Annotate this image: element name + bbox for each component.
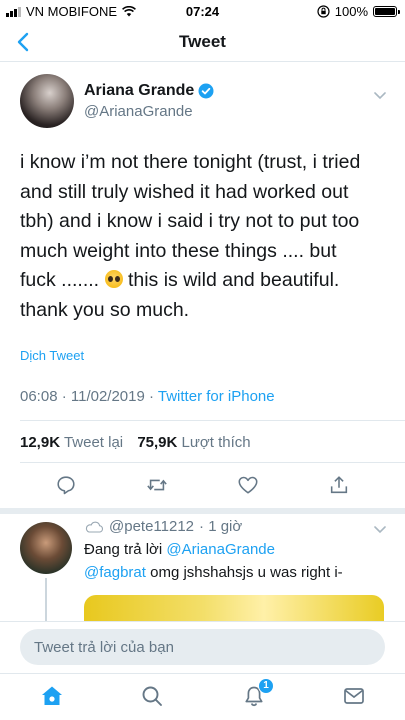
reply-icon[interactable] xyxy=(55,474,77,496)
like-count[interactable]: 75,9K xyxy=(137,434,177,451)
messages-envelope-icon[interactable] xyxy=(342,684,366,708)
translate-tweet-link[interactable]: Dịch Tweet xyxy=(20,348,84,363)
battery-percent: 100% xyxy=(334,4,368,19)
replying-to: Đang trả lời @ArianaGrande xyxy=(84,541,275,558)
author-name-row[interactable]: Ariana Grande xyxy=(84,82,214,100)
author-avatar[interactable] xyxy=(20,74,74,128)
tweet-text-fragment: fuck ....... xyxy=(20,269,100,291)
like-heart-icon[interactable] xyxy=(237,474,259,496)
page-title: Tweet xyxy=(179,32,226,51)
search-icon[interactable] xyxy=(140,684,164,708)
reply-mention[interactable]: @fagbrat xyxy=(84,564,146,581)
author-name[interactable]: Ariana Grande xyxy=(84,82,194,100)
share-icon[interactable] xyxy=(328,474,350,496)
reply-author-handle[interactable]: @pete11212 xyxy=(109,518,194,535)
tab-bar xyxy=(0,673,405,720)
reply-options-chevron-icon[interactable] xyxy=(373,522,387,536)
reply-author-avatar[interactable] xyxy=(20,522,72,574)
tweet-text-line: i know i’m not there tonight (trust, i t… xyxy=(20,151,361,173)
retweet-label[interactable]: Tweet lại xyxy=(64,434,123,451)
tweet-stats: 12,9K Tweet lại 75,9K Lượt thích xyxy=(20,434,251,451)
status-bar: VN MOBIFONE 07:24 100% xyxy=(0,0,405,22)
tweet-text-line: tbh) and i know i said i try not to put … xyxy=(20,210,360,232)
battery-icon xyxy=(373,6,400,17)
home-icon[interactable] xyxy=(40,684,64,708)
reply-composer[interactable] xyxy=(20,629,385,665)
nav-bar: Tweet xyxy=(0,22,405,62)
thread-line xyxy=(45,578,47,622)
tweet-meta: 06:08 · 11/02/2019 · Twitter for iPhone xyxy=(20,388,275,405)
tweet-text-fragment: this is wild and beautiful. xyxy=(127,269,340,291)
tweet-text-line-with-emoji: fuck ....... this is wild and beautiful. xyxy=(20,266,398,296)
tweet-text-line: and still truly wished it had worked out xyxy=(20,180,349,203)
reply-text: @fagbrat omg jshshahsjs u was right i- xyxy=(84,564,343,581)
tweet-actions xyxy=(0,474,405,498)
notifications-badge: 1 xyxy=(258,678,274,694)
tweet-source-link[interactable]: Twitter for iPhone xyxy=(158,388,275,405)
tweet-options-chevron-icon[interactable] xyxy=(373,88,387,102)
reply-age: · 1 giờ xyxy=(199,518,243,535)
cloud-icon xyxy=(85,521,103,533)
pleading-face-emoji-icon xyxy=(104,270,123,288)
reply-body: omg jshshahsjs u was right i- xyxy=(145,564,343,581)
divider xyxy=(20,462,405,463)
retweet-count[interactable]: 12,9K xyxy=(20,434,60,451)
like-label[interactable]: Lượt thích xyxy=(182,434,251,451)
replying-to-prefix: Đang trả lời xyxy=(84,541,167,558)
orientation-lock-icon xyxy=(317,5,330,18)
retweet-icon[interactable] xyxy=(146,474,168,496)
tweet-text: i know i’m not there tonight (trust, i t… xyxy=(20,148,398,325)
tweet-text-line: thank you so much. xyxy=(20,298,190,321)
divider xyxy=(20,420,405,421)
reply-input[interactable] xyxy=(20,629,385,665)
verified-badge-icon xyxy=(198,83,214,99)
tweet-text-line: much weight into these things .... but xyxy=(20,239,337,262)
section-separator xyxy=(0,508,405,514)
replying-to-mention[interactable]: @ArianaGrande xyxy=(166,541,275,558)
reply-header: @pete11212 · 1 giờ xyxy=(84,518,242,535)
tweet-timestamp: 06:08 · 11/02/2019 · xyxy=(20,388,158,405)
status-right: 100% xyxy=(317,4,400,19)
author-handle[interactable]: @ArianaGrande xyxy=(84,103,193,120)
